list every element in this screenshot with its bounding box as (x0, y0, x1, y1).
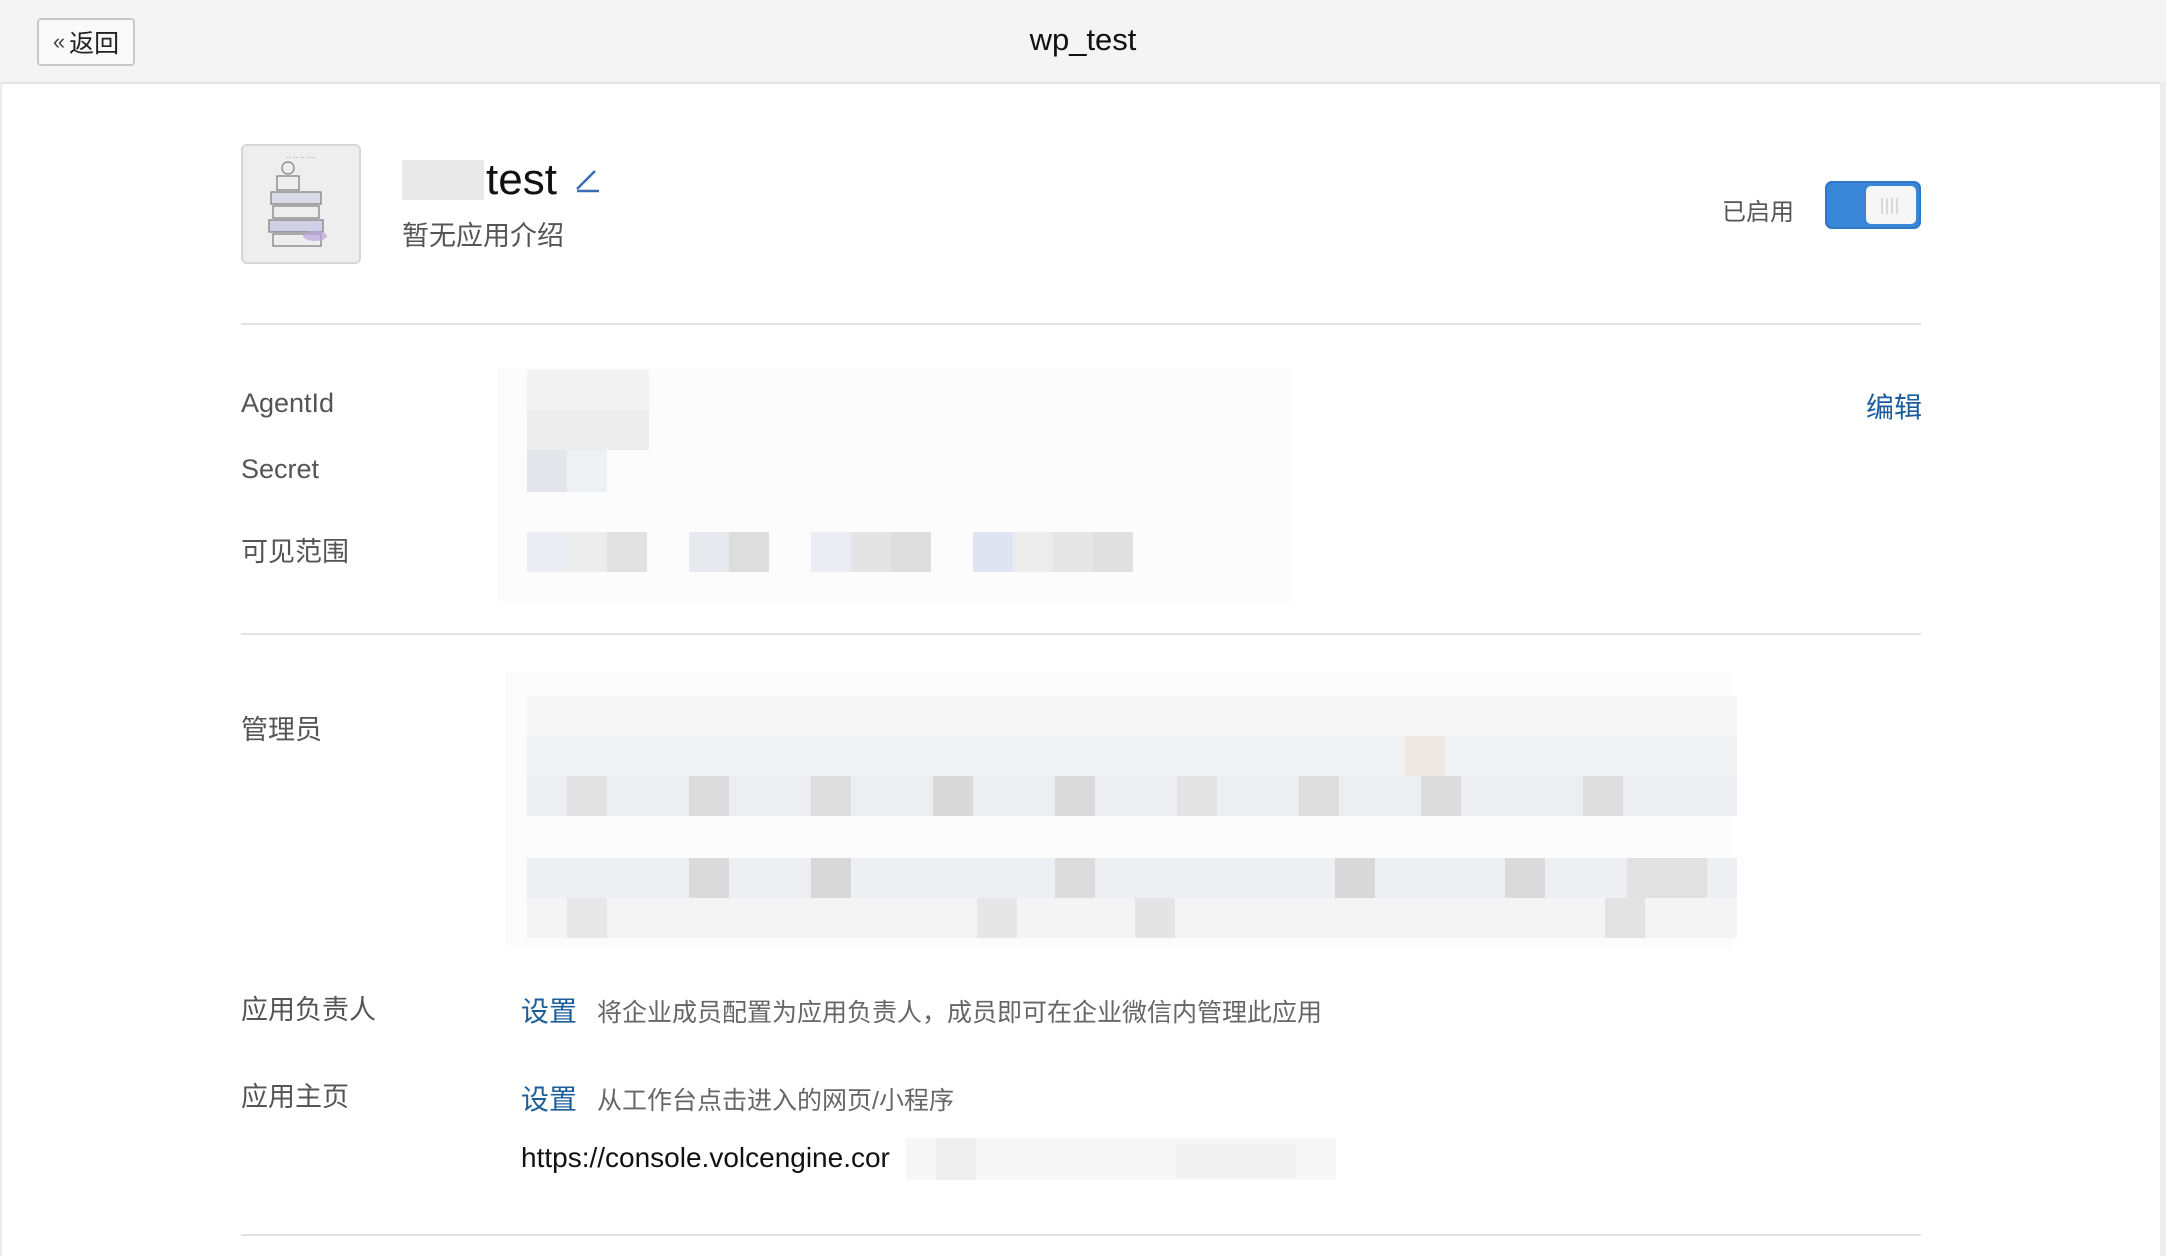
redacted-admin-list (505, 672, 1737, 950)
divider (241, 323, 1921, 325)
redacted-credentials (497, 368, 1293, 602)
visibility-label: 可见范围 (241, 537, 349, 567)
page-title: wp_test (1029, 22, 1137, 57)
owner-description: 将企业成员配置为应用负责人，成员即可在企业微信内管理此应用 (597, 999, 1323, 1027)
knob-grip-icon (1881, 198, 1898, 214)
redacted-url-tail (906, 1138, 1336, 1180)
app-intro: 暂无应用介绍 (402, 221, 564, 251)
homepage-description: 从工作台点击进入的网页/小程序 (597, 1087, 954, 1115)
enable-toggle[interactable] (1825, 181, 1921, 229)
admins-label: 管理员 (241, 715, 322, 745)
scrollbar[interactable] (2160, 82, 2166, 1256)
agent-id-label: AgentId (241, 388, 335, 418)
left-border (0, 82, 2, 1256)
toggle-knob (1866, 186, 1916, 224)
owner-set-button[interactable]: 设置 (521, 990, 577, 1030)
divider (241, 633, 1921, 635)
top-bar: « 返回 wp_test (0, 0, 2166, 84)
svg-text:·· ·· ·· ····: ·· ·· ·· ···· (287, 154, 316, 162)
owner-label: 应用负责人 (241, 995, 376, 1025)
homepage-label: 应用主页 (241, 1082, 349, 1112)
app-name: test (402, 152, 603, 208)
app-logo-image: ·· ·· ·· ···· (243, 146, 359, 262)
homepage-url: https://console.volcengine.cor (521, 1142, 890, 1173)
divider (241, 1234, 1921, 1236)
app-name-text: test (486, 155, 557, 204)
homepage-set-button[interactable]: 设置 (521, 1078, 577, 1118)
status-label: 已启用 (1722, 199, 1794, 226)
pencil-icon[interactable] (573, 165, 603, 195)
redacted-name-prefix (402, 160, 484, 200)
edit-button[interactable]: 编辑 (1866, 386, 1922, 426)
app-logo: ·· ·· ·· ···· (241, 144, 361, 264)
secret-label: Secret (241, 454, 320, 484)
